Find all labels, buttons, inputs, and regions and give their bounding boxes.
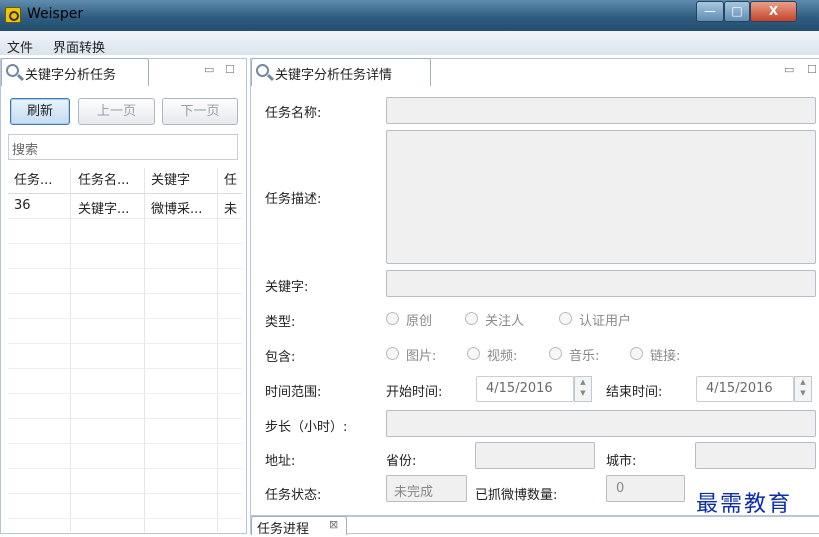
city-field[interactable] — [695, 442, 816, 469]
column-header[interactable]: 任 — [224, 170, 237, 194]
row-divider — [8, 368, 242, 369]
task-name-field[interactable] — [386, 97, 816, 124]
type-original-option: 原创 — [406, 314, 433, 329]
row-divider — [8, 218, 242, 219]
task-status-label: 任务状态: — [265, 488, 322, 503]
row-divider — [8, 318, 242, 319]
row-divider — [8, 343, 242, 344]
watermark: 最需教育 — [696, 492, 793, 517]
step-field[interactable] — [386, 410, 816, 437]
tab-task-progress[interactable]: 任务进程 ⊠ — [251, 516, 347, 537]
tab-label: 任务进程 — [257, 522, 310, 537]
task-desc-field[interactable] — [386, 130, 816, 264]
row-divider — [8, 518, 242, 519]
close-tab-icon[interactable]: ⊠ — [329, 518, 338, 531]
province-label: 省份: — [386, 454, 417, 469]
row-divider — [8, 293, 242, 294]
step-label: 步长（小时）: — [265, 420, 348, 435]
next-page-button[interactable]: 下一页 — [162, 98, 238, 125]
prev-page-button[interactable]: 上一页 — [78, 98, 155, 125]
column-divider — [70, 168, 71, 532]
row-divider — [8, 468, 242, 469]
cell-status: 未 — [224, 202, 238, 217]
address-label: 地址: — [265, 454, 296, 469]
keyword-label: 关键字: — [265, 280, 309, 295]
close-button[interactable]: X — [750, 1, 797, 22]
minimize-button[interactable]: — — [696, 1, 724, 22]
city-label: 城市: — [606, 454, 637, 469]
column-divider — [144, 168, 145, 532]
app-icon — [5, 7, 21, 23]
column-divider — [217, 168, 218, 532]
menu-file[interactable]: 文件 — [7, 37, 33, 56]
refresh-button[interactable]: 刷新 — [10, 98, 70, 125]
row-divider — [8, 393, 242, 394]
include-music-option: 音乐: — [569, 349, 600, 364]
row-divider — [8, 418, 242, 419]
maximize-button[interactable]: □ — [724, 1, 750, 22]
end-date-field[interactable]: 4/15/2016 — [696, 376, 794, 402]
task-progress-panel: 任务进程 ⊠ — [250, 516, 819, 537]
radio-icon[interactable] — [465, 312, 478, 325]
include-link-option: 链接: — [650, 349, 681, 364]
start-date-field[interactable]: 4/15/2016 — [476, 376, 574, 402]
cell-task-id: 36 — [14, 198, 31, 213]
include-label: 包含: — [265, 350, 296, 365]
panel-minimize-icon[interactable]: ▭ — [784, 63, 794, 76]
title-bar: Weisper — □ X — [0, 0, 819, 31]
task-status-field[interactable]: 未完成 — [386, 475, 467, 502]
column-header[interactable]: 任务... — [14, 170, 52, 194]
search-tab-icon — [256, 64, 269, 77]
crawled-count-label: 已抓微博数量: — [475, 488, 558, 503]
end-time-label: 结束时间: — [606, 385, 663, 400]
cell-task-name: 关键字... — [78, 202, 130, 217]
task-list-panel: 关键字分析任务 ▭ ☐ — [0, 58, 247, 534]
tab-keyword-tasks[interactable]: 关键字分析任务 — [1, 58, 149, 86]
type-verified-option: 认证用户 — [579, 314, 632, 329]
include-image-option: 图片: — [406, 349, 437, 364]
menu-view-switch[interactable]: 界面转换 — [53, 37, 105, 56]
tab-task-detail[interactable]: 关键字分析任务详情 — [251, 58, 431, 86]
task-name-label: 任务名称: — [265, 106, 322, 121]
search-tab-icon — [6, 64, 19, 77]
radio-icon[interactable] — [386, 312, 399, 325]
task-desc-label: 任务描述: — [265, 192, 322, 207]
panel-minimize-icon[interactable]: ▭ — [204, 63, 214, 76]
row-divider — [8, 443, 242, 444]
row-divider — [8, 243, 242, 244]
window-title: Weisper — [27, 6, 84, 22]
start-time-label: 开始时间: — [386, 385, 443, 400]
time-range-label: 时间范围: — [265, 385, 322, 400]
keyword-field[interactable] — [386, 270, 816, 297]
crawled-count-field[interactable]: 0 — [606, 475, 685, 502]
search-input[interactable]: 搜索 — [8, 134, 238, 160]
tab-label: 关键字分析任务 — [25, 68, 117, 83]
column-header[interactable]: 任务名... — [78, 170, 129, 194]
header-divider — [8, 193, 242, 194]
radio-icon[interactable] — [467, 347, 480, 360]
type-followed-option: 关注人 — [485, 314, 525, 329]
type-label: 类型: — [265, 315, 296, 330]
province-field[interactable] — [475, 442, 595, 469]
row-divider — [8, 493, 242, 494]
menu-bar: 文件 界面转换 — [0, 31, 819, 56]
include-video-option: 视频: — [487, 349, 518, 364]
spinner-icon[interactable]: ▲ ▼ — [574, 376, 592, 402]
radio-icon[interactable] — [630, 347, 643, 360]
column-header[interactable]: 关键字 — [151, 170, 190, 194]
tab-label: 关键字分析任务详情 — [275, 68, 393, 83]
panel-maximize-icon[interactable]: ☐ — [225, 63, 235, 76]
row-divider — [8, 268, 242, 269]
panel-maximize-icon[interactable]: ☐ — [807, 63, 817, 76]
radio-icon[interactable] — [549, 347, 562, 360]
radio-icon[interactable] — [386, 347, 399, 360]
radio-icon[interactable] — [559, 312, 572, 325]
spinner-icon[interactable]: ▲ ▼ — [794, 376, 812, 402]
cell-keyword: 微博采... — [151, 202, 203, 217]
